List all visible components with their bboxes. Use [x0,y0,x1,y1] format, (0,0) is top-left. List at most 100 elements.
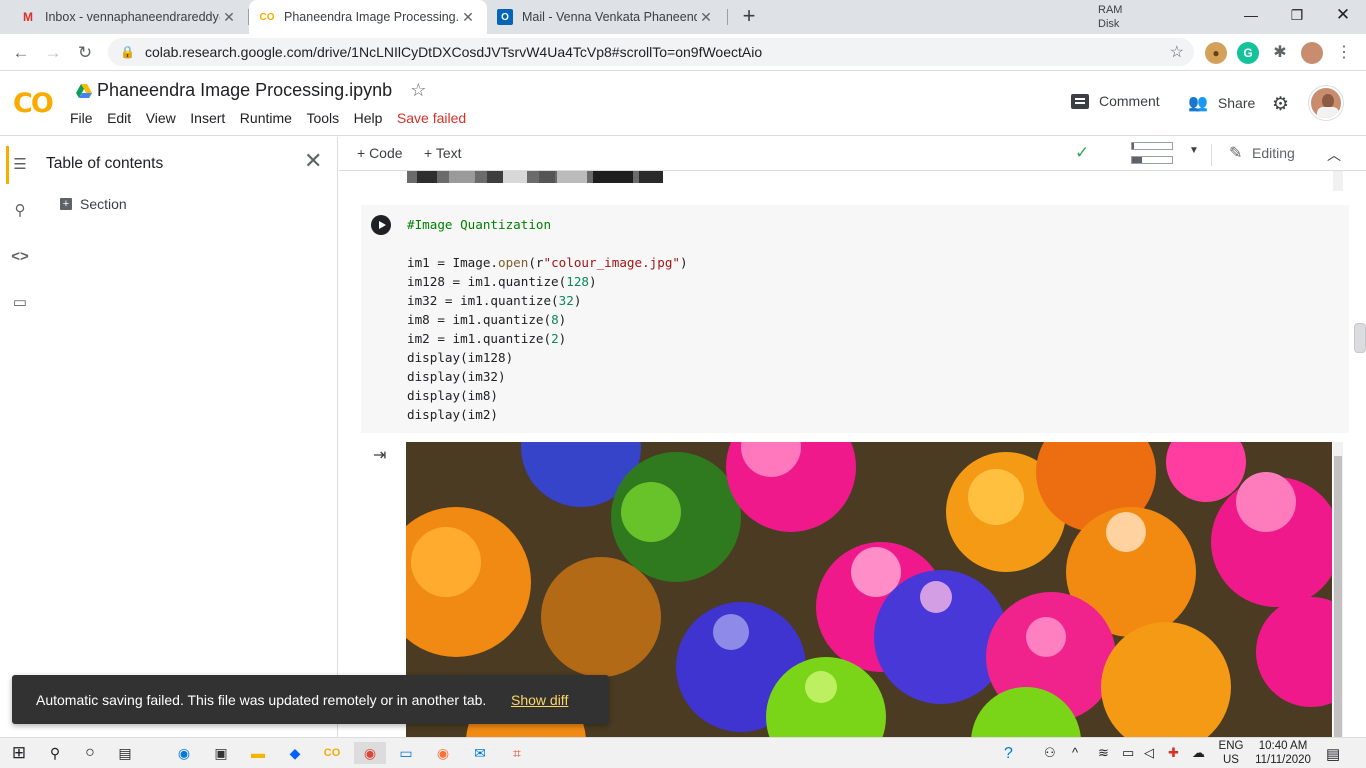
comment-icon [1071,93,1089,109]
cookie-extension-icon[interactable]: ● [1205,42,1227,64]
app-icon[interactable]: ⌗ [506,742,528,764]
input-language[interactable]: ENG US [1214,739,1248,767]
scrollbar-thumb[interactable] [1334,456,1342,737]
window-close-icon[interactable]: ✕ [1320,0,1366,30]
code-editor[interactable]: #Image Quantization im1 = Image.open(r"c… [407,215,688,424]
colab-logo[interactable]: CO [13,88,54,119]
outlook-icon: O [497,9,513,25]
firefox-icon[interactable]: ◉ [432,742,454,764]
expand-plus-icon[interactable]: + [60,198,72,210]
run-cell-button[interactable] [371,215,391,235]
comment-button[interactable]: Comment [1071,93,1160,109]
tab-title: Mail - Venna Venkata Phaneendr [522,10,697,24]
close-icon[interactable]: ✕ [304,148,322,174]
lang-code: ENG [1218,740,1244,752]
profile-avatar-icon[interactable] [1301,42,1323,64]
page-scrollbar-thumb[interactable] [1354,323,1366,353]
colab-header: CO Phaneendra Image Processing.ipynb ☆ F… [0,71,1366,136]
share-button[interactable]: 👥 Share [1188,93,1255,113]
chrome-icon[interactable]: ◉ [354,742,386,764]
tab-outlook-mail[interactable]: O Mail - Venna Venkata Phaneendr ✕ [487,0,725,34]
battery-icon[interactable]: ▭ [1122,745,1134,761]
reload-icon[interactable]: ↻ [72,40,98,66]
bookmark-star-icon[interactable]: ☆ [1170,42,1184,62]
minimize-icon[interactable]: — [1228,0,1274,30]
user-avatar[interactable] [1309,86,1343,120]
tray-chevron-icon[interactable]: ^ [1072,745,1078,760]
extensions-puzzle-icon[interactable]: ✱ [1269,42,1291,64]
search-icon[interactable]: ⚲ [44,742,66,764]
resources-indicator[interactable]: RAM Disk [1098,3,1122,31]
code-comment: #Image Quantization [407,217,552,232]
onedrive-icon[interactable]: ☁ [1192,745,1205,761]
address-bar[interactable]: 🔒 colab.research.google.com/drive/1NcLNI… [108,38,1194,66]
menu-tools[interactable]: Tools [306,110,339,126]
folder-icon[interactable]: ▭ [8,291,32,315]
notebook-title[interactable]: Phaneendra Image Processing.ipynb [97,80,392,101]
collapse-chevron-icon[interactable]: ︿ [1327,145,1341,165]
people-icon[interactable]: ⚇ [1044,745,1056,761]
store-icon[interactable]: ▣ [210,742,232,764]
notebook-toolbar: + Code + Text ✓ ▼ ✎ Editing ︿ [339,137,1366,171]
star-icon[interactable]: ☆ [410,80,426,101]
toc-item-section[interactable]: + Section [60,196,127,212]
dropbox-icon[interactable]: ◆ [284,742,306,764]
settings-gear-icon[interactable]: ⚙ [1272,93,1289,116]
code-line: display(im128) [407,350,514,365]
output-scrollbar[interactable] [1333,442,1343,737]
cortana-icon[interactable]: ○ [79,742,101,764]
chrome-menu-icon[interactable]: ⋮ [1333,42,1355,64]
wifi-icon[interactable]: ≋ [1098,745,1109,761]
tab-colab-notebook[interactable]: CO Phaneendra Image Processing.ip ✕ [249,0,487,34]
restore-icon[interactable]: ❐ [1274,0,1320,30]
lock-icon: 🔒 [120,45,135,59]
edge-icon[interactable]: ◉ [173,742,195,764]
system-clock[interactable]: 10:40 AM 11/11/2020 [1246,739,1320,767]
url-text: colab.research.google.com/drive/1NcLNIlC… [144,44,763,60]
desktop-app-icon[interactable]: ▭ [395,742,417,764]
add-text-cell-button[interactable]: + Text [424,145,462,161]
file-explorer-icon[interactable]: ▬ [247,742,269,764]
mail-icon[interactable]: ✉ [469,742,491,764]
editing-mode-label[interactable]: Editing [1252,145,1295,161]
close-icon[interactable]: ✕ [220,9,238,26]
windows-start-icon[interactable]: ⊞ [8,742,30,764]
back-arrow-icon[interactable]: ← [8,40,34,66]
notification-badge-icon[interactable]: ✚ [1168,745,1179,761]
menu-edit[interactable]: Edit [107,110,131,126]
grammarly-extension-icon[interactable]: G [1237,42,1259,64]
pencil-icon: ✎ [1229,145,1243,162]
gmail-icon: M [23,10,33,24]
search-icon[interactable]: ⚲ [8,199,32,223]
task-view-icon[interactable]: ▤ [114,742,136,764]
menu-insert[interactable]: Insert [190,110,225,126]
menu-view[interactable]: View [146,110,176,126]
save-status[interactable]: Save failed [397,110,466,126]
code-cell[interactable]: #Image Quantization im1 = Image.open(r"c… [361,205,1349,433]
menu-file[interactable]: File [70,110,93,126]
notebook-body: #Image Quantization im1 = Image.open(r"c… [339,171,1366,737]
show-diff-link[interactable]: Show diff [511,692,568,708]
side-rail: ☰ ⚲ <> ▭ [0,137,40,737]
code-line: im128 = im1.quantize(128) [407,274,597,289]
output-redirect-icon[interactable]: ⇥ [373,445,386,465]
code-snippets-icon[interactable]: <> [8,245,32,269]
menu-help[interactable]: Help [354,110,383,126]
tab-gmail-inbox[interactable]: M Inbox - vennaphaneendrareddy@ ✕ [10,0,248,34]
new-tab-button[interactable]: + [736,4,762,30]
action-center-icon[interactable]: ▤ [1326,745,1340,763]
colab-taskbar-icon[interactable]: CO [321,742,343,764]
help-icon[interactable]: ? [1004,745,1013,763]
runtime-dropdown-icon[interactable]: ▼ [1189,145,1199,156]
add-code-cell-button[interactable]: + Code [357,145,403,161]
code-line: im32 = im1.quantize(32) [407,293,582,308]
close-icon[interactable]: ✕ [697,9,715,26]
close-icon[interactable]: ✕ [459,9,477,26]
output-scrollbar[interactable] [1333,171,1343,191]
volume-icon[interactable]: ◁ [1144,745,1154,761]
table-of-contents-icon[interactable]: ☰ [8,153,32,177]
forward-arrow-icon[interactable]: → [40,40,66,66]
toast-message: Automatic saving failed. This file was u… [36,691,487,708]
browser-toolbar: ← → ↻ 🔒 colab.research.google.com/drive/… [0,34,1366,71]
menu-runtime[interactable]: Runtime [240,110,292,126]
